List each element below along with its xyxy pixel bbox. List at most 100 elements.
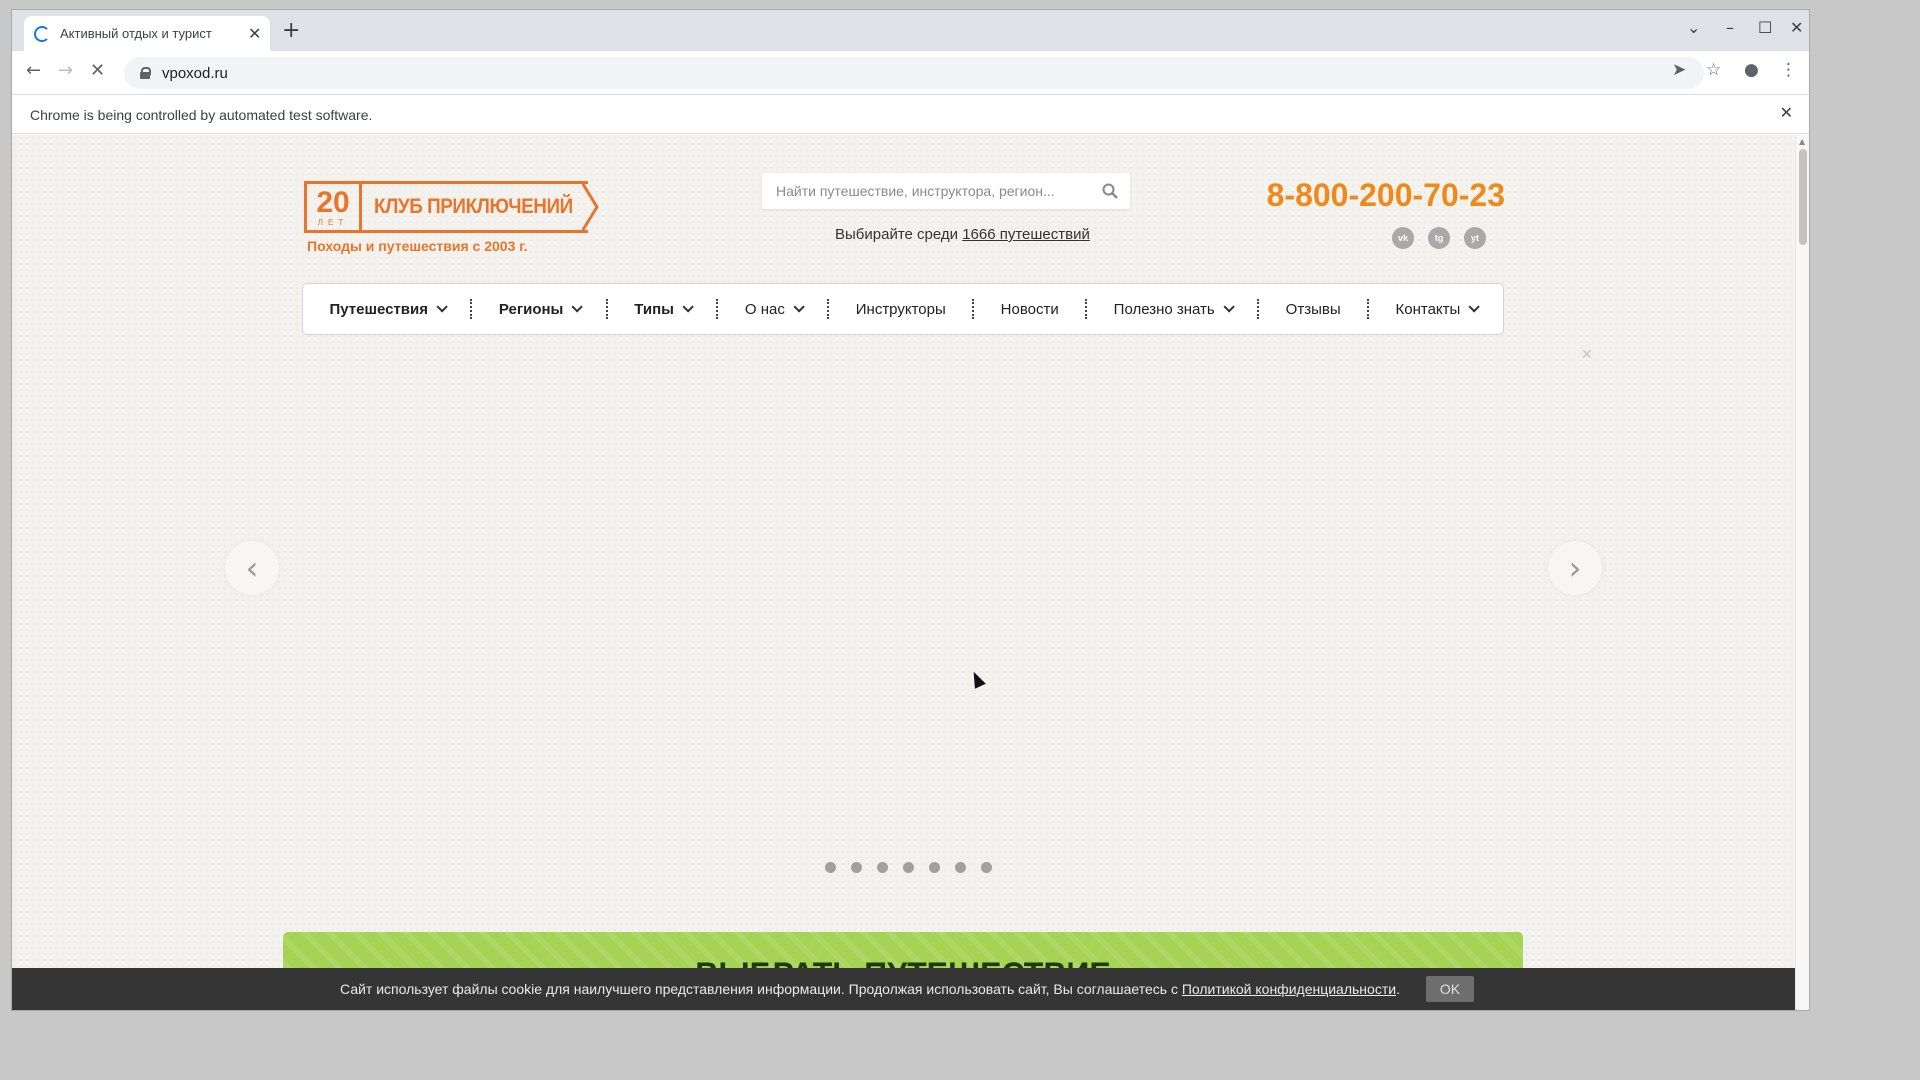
social-links: vk tg yt (1392, 227, 1486, 249)
chevron-down-icon (682, 301, 694, 313)
nav-item-trips[interactable]: Путешествия (329, 300, 448, 318)
infobar-close-icon[interactable]: ✕ (1780, 105, 1793, 121)
slider-dot[interactable] (981, 862, 992, 873)
search-icon[interactable] (1102, 183, 1118, 199)
profile-icon[interactable]: ● (1744, 62, 1759, 79)
cookie-message: Сайт использует файлы cookie для наилучш… (340, 981, 1182, 997)
search-input[interactable] (776, 183, 1076, 199)
scrollbar-thumb[interactable] (1799, 149, 1807, 245)
nav-item-contacts[interactable]: Контакты (1395, 300, 1481, 318)
nav-item-label: Новости (1000, 300, 1059, 318)
maximize-icon[interactable]: ☐ (1758, 20, 1772, 36)
loading-spinner-icon (34, 25, 50, 42)
slider-dots (825, 862, 992, 873)
main-navigation: Путешествия Регионы Типы О нас Инструкто… (302, 283, 1504, 335)
slider-dot[interactable] (877, 862, 888, 873)
tab-strip: Активный отдых и турист ✕ + ⌄ – ☐ ✕ (12, 10, 1809, 51)
chevron-down-icon (793, 301, 805, 313)
logo-years-label: ЛЕТ (317, 217, 349, 227)
window-close-icon[interactable]: ✕ (1790, 20, 1803, 36)
slider-dot[interactable] (955, 862, 966, 873)
cookie-text: Сайт использует файлы cookie для наилучш… (340, 981, 1400, 997)
nav-item-useful[interactable]: Полезно знать (1113, 300, 1235, 318)
trips-count-prefix: Выбирайте среди (835, 226, 963, 243)
trips-count-link[interactable]: 1666 путешествий (962, 226, 1090, 243)
page-viewport: 20 ЛЕТ КЛУБ ПРИКЛЮЧЕНИЙ Походы и путешес… (12, 135, 1802, 1010)
new-tab-button[interactable]: + (282, 20, 300, 42)
slider-dot[interactable] (903, 862, 914, 873)
nav-separator (605, 299, 608, 319)
back-arrow-icon[interactable]: ← (26, 62, 41, 80)
nav-item-label: Типы (634, 300, 674, 318)
bookmark-star-icon[interactable]: ☆ (1706, 62, 1721, 79)
nav-separator (1085, 299, 1088, 319)
menu-kebab-icon[interactable]: ⋮ (1780, 62, 1797, 79)
telegram-icon[interactable]: tg (1428, 227, 1450, 249)
slider-next-button[interactable]: › (1548, 541, 1602, 595)
privacy-policy-link[interactable]: Политикой конфиденциальности (1182, 981, 1396, 997)
vk-icon[interactable]: vk (1392, 227, 1414, 249)
scroll-up-arrow-icon[interactable]: ▲ (1799, 137, 1805, 146)
cookie-ok-button[interactable]: OK (1425, 976, 1474, 1002)
nav-item-label: Регионы (498, 300, 564, 318)
browser-window: Активный отдых и турист ✕ + ⌄ – ☐ ✕ ← → … (12, 10, 1809, 1010)
logo-years-box: 20 ЛЕТ (304, 181, 362, 233)
nav-separator (1257, 299, 1260, 319)
cookie-bar: Сайт использует файлы cookie для наилучш… (12, 968, 1802, 1010)
page-scrollbar[interactable]: ▲ (1795, 135, 1809, 1010)
nav-item-label: Полезно знать (1113, 300, 1215, 318)
cookie-suffix: . (1396, 981, 1400, 997)
nav-item-label: Отзывы (1285, 300, 1341, 318)
close-icon[interactable]: ✕ (1581, 347, 1593, 363)
nav-item-about[interactable]: О нас (744, 300, 805, 318)
youtube-icon[interactable]: yt (1464, 227, 1486, 249)
infobar-text: Chrome is being controlled by automated … (30, 106, 373, 123)
chevron-down-icon (1468, 301, 1481, 313)
logo-arrow-tip (582, 181, 599, 233)
tab-title: Активный отдых и турист (60, 26, 212, 41)
slider-dot[interactable] (825, 862, 836, 873)
logo-banner: КЛУБ ПРИКЛЮЧЕНИЙ (362, 181, 588, 233)
nav-item-label: Путешествия (329, 300, 428, 318)
slider-prev-button[interactable]: ‹ (225, 541, 279, 595)
nav-item-types[interactable]: Типы (634, 300, 694, 318)
nav-item-label: Контакты (1395, 300, 1461, 318)
forward-arrow-icon[interactable]: → (58, 62, 73, 80)
logo-years-number: 20 (316, 185, 350, 219)
nav-item-instructors[interactable]: Инструкторы (856, 301, 946, 318)
search-box[interactable] (762, 173, 1130, 209)
trips-count-line: Выбирайте среди 1666 путешествий (835, 226, 1090, 243)
url-text[interactable]: vpoxod.ru (162, 65, 228, 82)
slider-dot[interactable] (929, 862, 940, 873)
chevron-down-icon (1223, 301, 1235, 313)
nav-separator (1367, 299, 1370, 319)
minimize-icon[interactable]: – (1726, 20, 1734, 36)
tab-close-icon[interactable]: ✕ (248, 25, 261, 42)
nav-item-reviews[interactable]: Отзывы (1286, 301, 1341, 318)
active-tab[interactable]: Активный отдых и турист ✕ (24, 16, 270, 51)
slider-dot[interactable] (851, 862, 862, 873)
nav-item-regions[interactable]: Регионы (498, 300, 584, 318)
nav-separator (972, 299, 975, 319)
nav-item-label: О нас (744, 300, 785, 318)
nav-item-label: Инструкторы (855, 300, 946, 318)
lock-icon[interactable] (140, 67, 151, 79)
chevron-down-icon (436, 301, 448, 313)
nav-item-news[interactable]: Новости (1001, 301, 1059, 318)
nav-separator (470, 299, 473, 319)
chevron-left-icon: ‹ (245, 549, 259, 587)
browser-toolbar: ← → ✕ vpoxod.ru ➤ ☆ ● ⋮ (12, 51, 1809, 95)
phone-number[interactable]: 8-800-200-70-23 (1265, 177, 1505, 214)
automation-infobar: Chrome is being controlled by automated … (12, 96, 1809, 134)
tab-search-chevron-icon[interactable]: ⌄ (1687, 20, 1700, 36)
chevron-down-icon (571, 301, 584, 313)
site-logo[interactable]: 20 ЛЕТ КЛУБ ПРИКЛЮЧЕНИЙ (304, 181, 600, 233)
logo-club-name: КЛУБ ПРИКЛЮЧЕНИЙ (374, 195, 573, 218)
nav-separator (827, 299, 830, 319)
send-icon[interactable]: ➤ (1672, 62, 1686, 79)
address-bar[interactable]: vpoxod.ru (124, 57, 1704, 89)
chevron-right-icon: › (1568, 549, 1582, 587)
nav-separator (716, 299, 719, 319)
stop-loading-icon[interactable]: ✕ (90, 62, 105, 80)
mouse-cursor-icon (968, 669, 986, 689)
